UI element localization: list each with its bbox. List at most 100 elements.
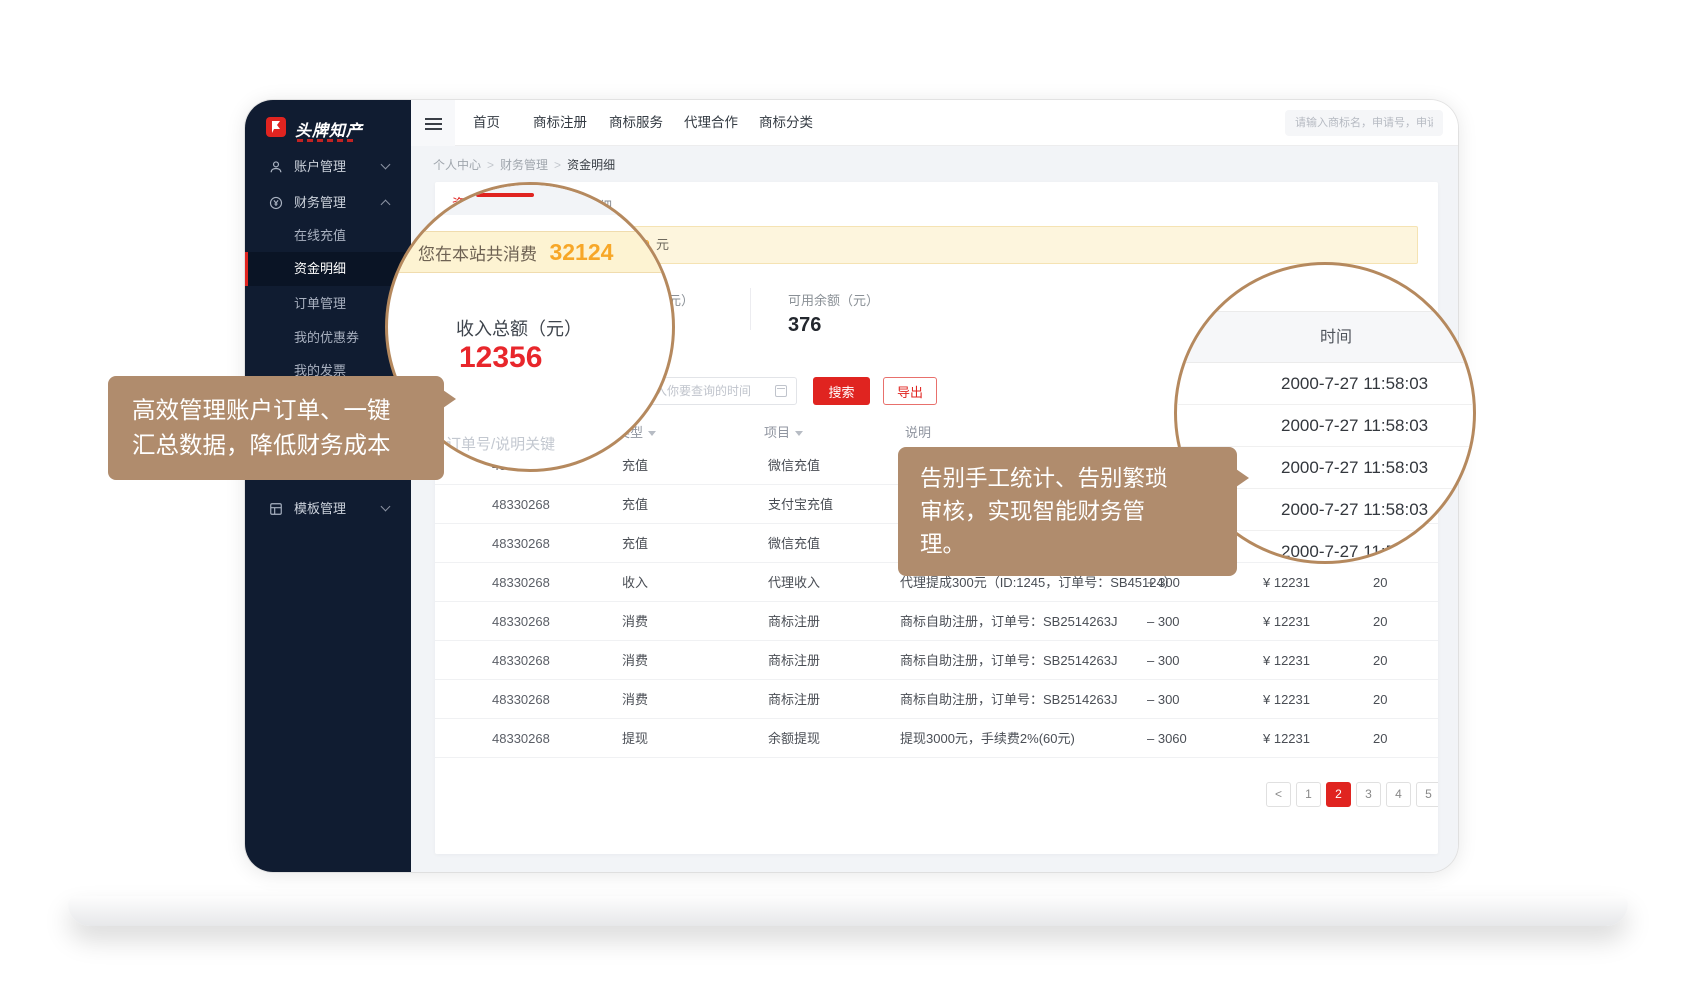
nav-item-home[interactable]: 首页 bbox=[473, 100, 500, 146]
page-button-3[interactable]: 3 bbox=[1356, 782, 1381, 807]
sidebar-item-label: 财务管理 bbox=[294, 186, 346, 220]
sidebar-item-fund-details[interactable]: 资金明细 bbox=[245, 252, 411, 286]
laptop-base bbox=[68, 896, 1628, 926]
magnified-time-header: 时间 bbox=[1177, 311, 1473, 363]
available-balance-label: 可用余额（元） bbox=[788, 290, 879, 309]
cell-time: 2000-7-27 11:58:03 bbox=[1373, 602, 1387, 641]
cell-project: 余额提现 bbox=[768, 719, 820, 758]
calendar-icon[interactable] bbox=[775, 385, 787, 397]
cell-project: 微信充值 bbox=[768, 524, 820, 563]
cell-time: 2000-7-27 11:58:03 bbox=[1373, 641, 1387, 680]
brand-name: 头牌知产 bbox=[295, 117, 363, 141]
sidebar-item-label: 资金明细 bbox=[294, 252, 346, 286]
magnified-income-value: 12356 bbox=[459, 341, 542, 375]
hamburger-menu-icon[interactable] bbox=[411, 100, 455, 146]
nav-item-tm-register[interactable]: 商标注册 bbox=[533, 100, 587, 146]
magnified-consumption-banner: 您在本站共消费 32124 bbox=[388, 231, 672, 273]
breadcrumb-item[interactable]: 个人中心 bbox=[433, 158, 481, 172]
nav-item-agency[interactable]: 代理合作 bbox=[684, 100, 738, 146]
magnified-keyword-header: 订单号/说明关键 bbox=[446, 433, 555, 454]
brand-tagline-dashes bbox=[297, 139, 353, 142]
nav-item-tm-category[interactable]: 商标分类 bbox=[759, 100, 813, 146]
sidebar-item-label: 模板管理 bbox=[294, 492, 346, 526]
brand-logo-icon bbox=[265, 116, 287, 138]
cell-order: 48330268 bbox=[492, 602, 550, 641]
prev-page-button[interactable]: < bbox=[1266, 782, 1291, 807]
table-row: 48330268 提现 余额提现 提现3000元，手续费2%(60元) – 30… bbox=[435, 719, 1438, 758]
sidebar-item-finance[interactable]: 财务管理 bbox=[245, 186, 411, 220]
pagination: < 1 2 3 4 5 > bbox=[1266, 782, 1438, 807]
col-header-project[interactable]: 项目 bbox=[764, 420, 803, 446]
sort-caret-icon bbox=[795, 431, 803, 436]
cell-type: 充值 bbox=[622, 446, 648, 485]
cell-project: 代理收入 bbox=[768, 563, 820, 602]
breadcrumb: 个人中心 > 财务管理 > 资金明细 bbox=[433, 156, 615, 173]
sidebar-item-template[interactable]: 模板管理 bbox=[245, 492, 411, 526]
chevron-down-icon bbox=[381, 502, 391, 512]
breadcrumb-item[interactable]: 财务管理 bbox=[500, 158, 548, 172]
cell-time: 2000-7-27 11:58:03 bbox=[1373, 563, 1387, 602]
sidebar-item-account[interactable]: 账户管理 bbox=[245, 150, 411, 184]
cell-type: 提现 bbox=[622, 719, 648, 758]
cell-balance: ¥ 12231 bbox=[1263, 602, 1310, 641]
cell-project: 商标注册 bbox=[768, 680, 820, 719]
cell-order: 48330268 bbox=[492, 485, 550, 524]
sidebar-item-label: 账户管理 bbox=[294, 150, 346, 184]
available-balance-value: 376 bbox=[788, 314, 821, 337]
cell-desc: 商标自助注册，订单号：SB2514263J bbox=[900, 680, 1117, 719]
cell-project: 商标注册 bbox=[768, 602, 820, 641]
callout-left: 高效管理账户订单、一键 汇总数据，降低财务成本 bbox=[108, 376, 444, 480]
cell-desc: 提现3000元，手续费2%(60元) bbox=[900, 719, 1075, 758]
cell-type: 消费 bbox=[622, 641, 648, 680]
magnified-time-value: 2000-7-27 11:58:03 bbox=[1177, 405, 1473, 447]
page-button-2-active[interactable]: 2 bbox=[1326, 782, 1351, 807]
cell-project: 微信充值 bbox=[768, 446, 820, 485]
page-button-5[interactable]: 5 bbox=[1416, 782, 1438, 807]
breadcrumb-separator: > bbox=[554, 158, 561, 172]
page-canvas: 头牌知产 账户管理 财务管理 在线充值 资金明细 bbox=[0, 0, 1696, 1002]
breadcrumb-separator: > bbox=[487, 158, 494, 172]
cell-type: 消费 bbox=[622, 602, 648, 641]
sidebar-item-online-recharge[interactable]: 在线充值 bbox=[245, 219, 411, 253]
cell-balance: ¥ 12231 bbox=[1263, 641, 1310, 680]
export-button[interactable]: 导出 bbox=[883, 377, 937, 405]
stat-divider bbox=[750, 288, 751, 330]
cell-project: 商标注册 bbox=[768, 641, 820, 680]
magnified-page-background bbox=[388, 185, 672, 215]
cell-order: 48330268 bbox=[492, 524, 550, 563]
sidebar-item-label: 在线充值 bbox=[294, 219, 346, 253]
magnified-time-value: 2000-7-27 11:58:03 bbox=[1177, 363, 1473, 405]
col-header-desc: 说明 bbox=[905, 420, 931, 446]
cell-time: 2000-7-27 11:58:03 bbox=[1373, 680, 1387, 719]
cell-type: 充值 bbox=[622, 485, 648, 524]
table-row: 48330268 消费 商标注册 商标自助注册，订单号：SB2514263J –… bbox=[435, 602, 1438, 641]
sidebar-item-label: 订单管理 bbox=[294, 287, 346, 321]
sidebar: 头牌知产 账户管理 财务管理 在线充值 资金明细 bbox=[245, 100, 411, 872]
cell-order: 48330268 bbox=[492, 563, 550, 602]
cell-desc: 商标自助注册，订单号：SB2514263J bbox=[900, 602, 1117, 641]
cell-balance: ¥ 12231 bbox=[1263, 680, 1310, 719]
cell-type: 收入 bbox=[622, 563, 648, 602]
breadcrumb-item-current: 资金明细 bbox=[567, 158, 615, 172]
yuan-coin-icon bbox=[269, 196, 283, 210]
cell-order: 48330268 bbox=[492, 641, 550, 680]
cell-time: 2000-7-27 11:58:03 bbox=[1373, 719, 1387, 758]
cell-balance: ¥ 12231 bbox=[1263, 563, 1310, 602]
magnified-tab-indicator bbox=[476, 193, 534, 197]
nav-item-tm-service[interactable]: 商标服务 bbox=[609, 100, 663, 146]
magnified-banner-amount: 32124 bbox=[549, 239, 613, 265]
sidebar-item-label: 我的优惠券 bbox=[294, 321, 359, 355]
cell-order: 48330268 bbox=[492, 719, 550, 758]
page-button-1[interactable]: 1 bbox=[1296, 782, 1321, 807]
callout-right: 告别手工统计、告别繁琐 审核，实现智能财务管 理。 bbox=[898, 447, 1237, 576]
table-row: 48330268 消费 商标注册 商标自助注册，订单号：SB2514263J –… bbox=[435, 680, 1438, 719]
sort-caret-icon bbox=[648, 431, 656, 436]
page-button-4[interactable]: 4 bbox=[1386, 782, 1411, 807]
cell-project: 支付宝充值 bbox=[768, 485, 833, 524]
cell-amount: – 3060 bbox=[1147, 719, 1187, 758]
trademark-search-input[interactable] bbox=[1285, 110, 1443, 136]
cell-type: 充值 bbox=[622, 524, 648, 563]
template-grid-icon bbox=[269, 502, 283, 516]
topbar: 首页 商标注册 商标服务 代理合作 商标分类 bbox=[411, 100, 1458, 146]
search-button[interactable]: 搜索 bbox=[813, 377, 870, 405]
